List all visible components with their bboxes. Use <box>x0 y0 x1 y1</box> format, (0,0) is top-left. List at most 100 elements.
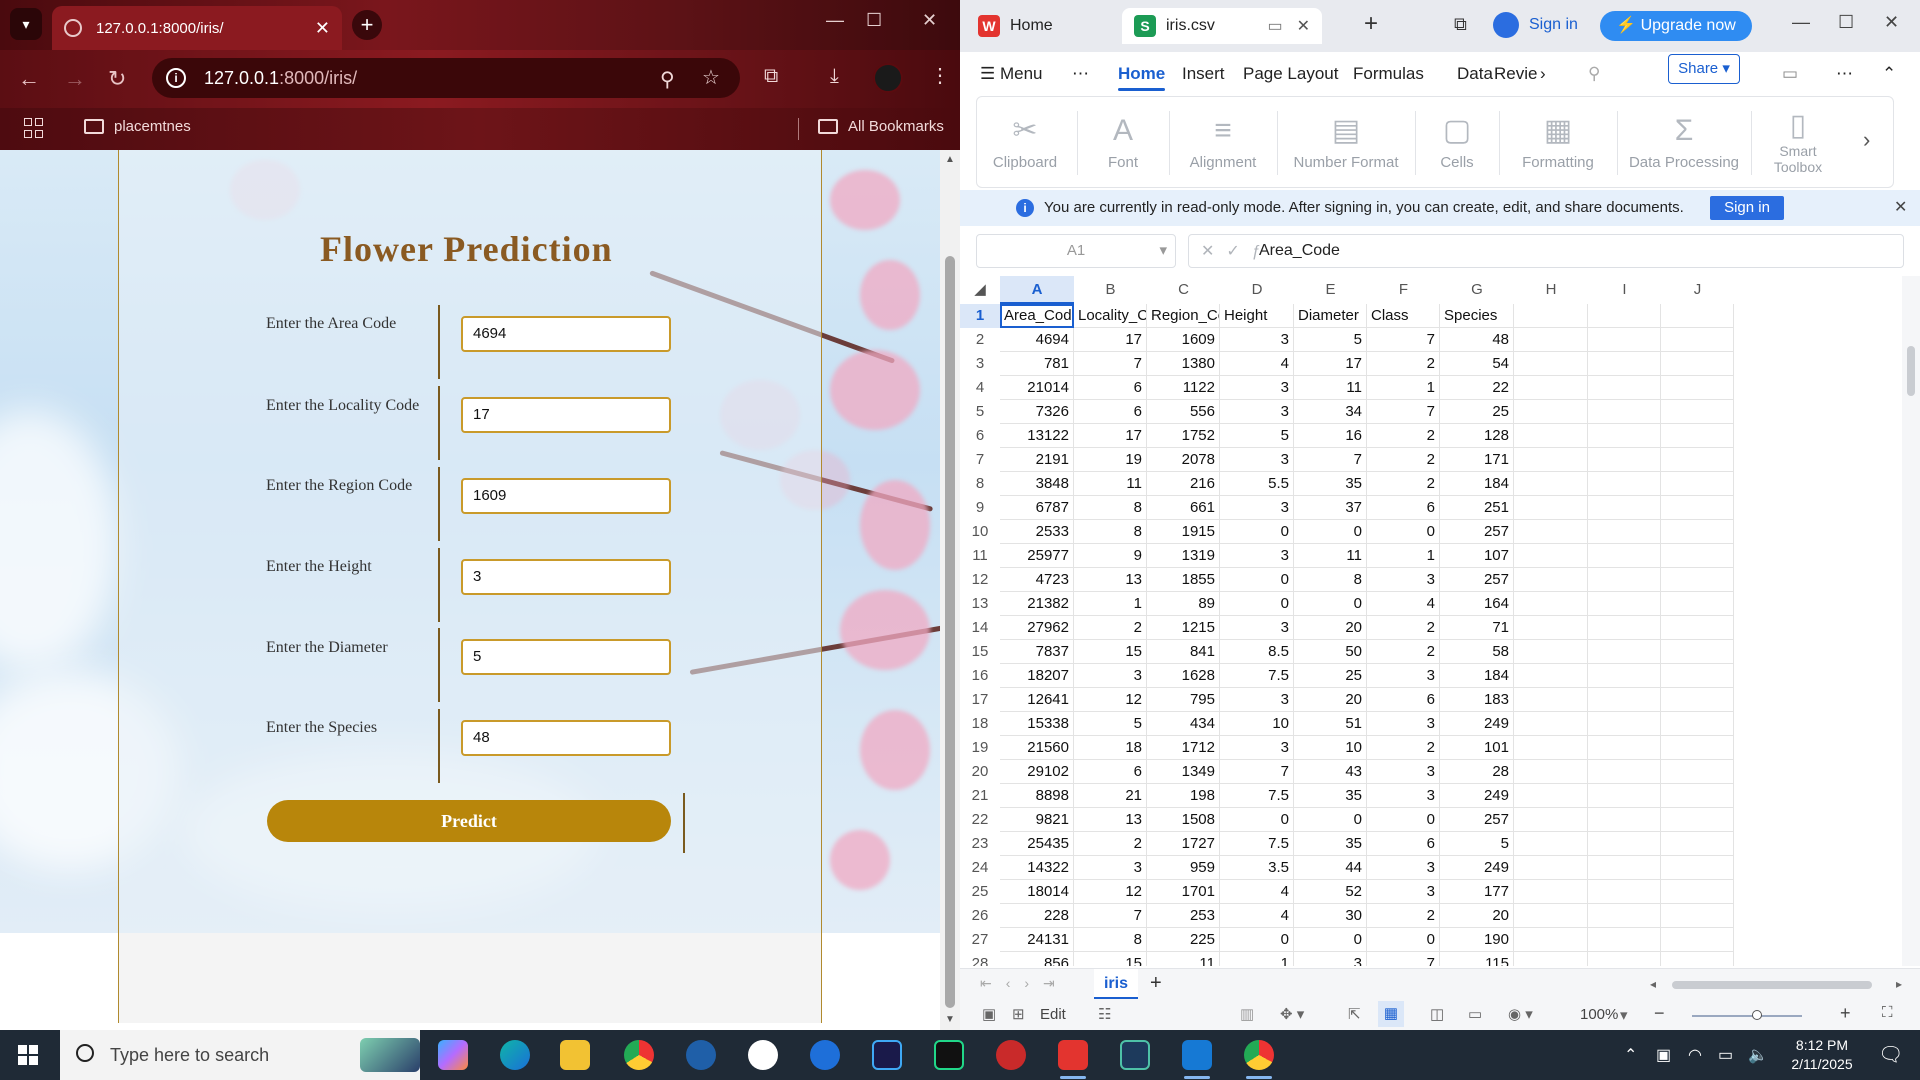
row-header[interactable]: 6 <box>960 424 1000 448</box>
table-cell[interactable]: 21560 <box>1000 736 1074 760</box>
table-cell[interactable]: 37 <box>1294 496 1367 520</box>
column-header-e[interactable]: E <box>1294 276 1367 304</box>
table-cell[interactable] <box>1661 616 1734 640</box>
table-cell[interactable]: 1508 <box>1147 808 1220 832</box>
table-cell[interactable]: 2 <box>1074 832 1147 856</box>
table-cell[interactable]: 164 <box>1440 592 1514 616</box>
upgrade-button[interactable]: ⚡ Upgrade now <box>1600 11 1752 41</box>
back-icon[interactable]: ← <box>18 66 40 92</box>
signin-button[interactable]: Sign in <box>1493 12 1578 38</box>
table-cell[interactable]: 35 <box>1294 472 1367 496</box>
table-cell[interactable]: 101 <box>1440 736 1514 760</box>
height-input[interactable]: 3 <box>461 559 671 595</box>
table-cell[interactable]: 2191 <box>1000 448 1074 472</box>
table-cell[interactable]: 8.5 <box>1220 640 1294 664</box>
table-cell[interactable] <box>1661 520 1734 544</box>
bookmark-star-icon[interactable]: ☆ <box>702 65 720 90</box>
scroll-down-icon[interactable]: ▼ <box>945 1014 955 1025</box>
table-cell[interactable]: 8 <box>1074 520 1147 544</box>
table-cell[interactable]: 4 <box>1367 592 1440 616</box>
table-cell[interactable]: 25977 <box>1000 544 1074 568</box>
header-cell[interactable] <box>1661 304 1734 328</box>
ribbon-font[interactable]: A Font <box>1081 97 1165 189</box>
table-cell[interactable]: 17 <box>1074 328 1147 352</box>
table-cell[interactable]: 18 <box>1074 736 1147 760</box>
table-cell[interactable] <box>1661 784 1734 808</box>
ribbon-data-processing[interactable]: Σ Data Processing <box>1621 97 1747 189</box>
row-header[interactable]: 19 <box>960 736 1000 760</box>
forward-icon[interactable]: → <box>64 66 86 92</box>
table-cell[interactable]: 22 <box>1440 376 1514 400</box>
scrollbar-thumb[interactable] <box>945 256 955 1008</box>
table-cell[interactable] <box>1661 664 1734 688</box>
table-cell[interactable]: 29102 <box>1000 760 1074 784</box>
app-store-icon[interactable] <box>810 1040 840 1070</box>
table-cell[interactable]: 20 <box>1294 688 1367 712</box>
page-break-view-icon[interactable]: ▭ <box>1468 1005 1482 1023</box>
table-cell[interactable]: 20 <box>1294 616 1367 640</box>
table-cell[interactable]: 959 <box>1147 856 1220 880</box>
antivirus-icon[interactable] <box>996 1040 1026 1070</box>
table-cell[interactable] <box>1514 832 1588 856</box>
table-cell[interactable]: 1609 <box>1147 328 1220 352</box>
menu-page-layout[interactable]: Page Layout <box>1243 64 1338 84</box>
table-cell[interactable]: 249 <box>1440 856 1514 880</box>
table-cell[interactable]: 434 <box>1147 712 1220 736</box>
pycharm-icon[interactable] <box>934 1040 964 1070</box>
table-cell[interactable]: 249 <box>1440 784 1514 808</box>
table-cell[interactable]: 11 <box>1294 376 1367 400</box>
table-cell[interactable]: 3 <box>1220 736 1294 760</box>
table-cell[interactable]: 1752 <box>1147 424 1220 448</box>
eye-protection-icon[interactable]: ◉ ▾ <box>1508 1005 1533 1023</box>
table-cell[interactable]: 3 <box>1367 880 1440 904</box>
table-cell[interactable]: 216 <box>1147 472 1220 496</box>
region-code-input[interactable]: 1609 <box>461 478 671 514</box>
column-header-d[interactable]: D <box>1220 276 1294 304</box>
header-cell[interactable]: Class <box>1367 304 1440 328</box>
table-cell[interactable]: 257 <box>1440 808 1514 832</box>
table-cell[interactable]: 781 <box>1000 352 1074 376</box>
ribbon-cells[interactable]: ▢ Cells <box>1419 97 1495 189</box>
table-cell[interactable]: 8 <box>1294 568 1367 592</box>
table-cell[interactable]: 2078 <box>1147 448 1220 472</box>
table-cell[interactable]: 190 <box>1440 928 1514 952</box>
row-header[interactable]: 13 <box>960 592 1000 616</box>
edit-label[interactable]: Edit <box>1040 1006 1066 1023</box>
minimize-icon[interactable]: — <box>826 10 844 31</box>
table-cell[interactable]: 13 <box>1074 568 1147 592</box>
wifi-icon[interactable]: ◠ <box>1688 1045 1702 1065</box>
table-cell[interactable]: 1 <box>1220 952 1294 966</box>
table-cell[interactable] <box>1588 352 1661 376</box>
diameter-input[interactable]: 5 <box>461 639 671 675</box>
column-header-g[interactable]: G <box>1440 276 1514 304</box>
table-cell[interactable]: 24131 <box>1000 928 1074 952</box>
table-cell[interactable] <box>1588 808 1661 832</box>
table-cell[interactable]: 15 <box>1074 640 1147 664</box>
file-explorer-icon[interactable] <box>560 1040 590 1070</box>
table-cell[interactable]: 3 <box>1220 544 1294 568</box>
table-cell[interactable]: 1 <box>1367 544 1440 568</box>
tab-home[interactable]: W Home <box>966 8 1116 44</box>
table-cell[interactable]: 71 <box>1440 616 1514 640</box>
tab-close-icon[interactable]: ✕ <box>1297 16 1310 36</box>
table-cell[interactable] <box>1588 544 1661 568</box>
table-cell[interactable]: 6 <box>1367 832 1440 856</box>
table-cell[interactable]: 20 <box>1440 904 1514 928</box>
table-cell[interactable] <box>1514 328 1588 352</box>
table-cell[interactable]: 2 <box>1367 736 1440 760</box>
chrome-icon[interactable] <box>624 1040 654 1070</box>
tab-search-button[interactable]: ▾ <box>10 8 42 40</box>
table-cell[interactable]: 1215 <box>1147 616 1220 640</box>
monitor-icon[interactable]: ▭ <box>1267 16 1282 36</box>
notice-signin-button[interactable]: Sign in <box>1710 196 1784 220</box>
table-cell[interactable]: 17 <box>1074 424 1147 448</box>
row-header[interactable]: 14 <box>960 616 1000 640</box>
ribbon-smart-toolbox[interactable]: ▯ Smart Toolbox <box>1755 97 1841 189</box>
table-cell[interactable]: 7 <box>1367 328 1440 352</box>
hscroll-left-icon[interactable]: ◂ <box>1650 977 1656 991</box>
table-cell[interactable] <box>1514 616 1588 640</box>
download-icon[interactable]: ⤓ <box>830 65 839 88</box>
row-header[interactable]: 8 <box>960 472 1000 496</box>
export-icon[interactable]: ⇱ <box>1348 1005 1361 1023</box>
table-cell[interactable] <box>1588 376 1661 400</box>
